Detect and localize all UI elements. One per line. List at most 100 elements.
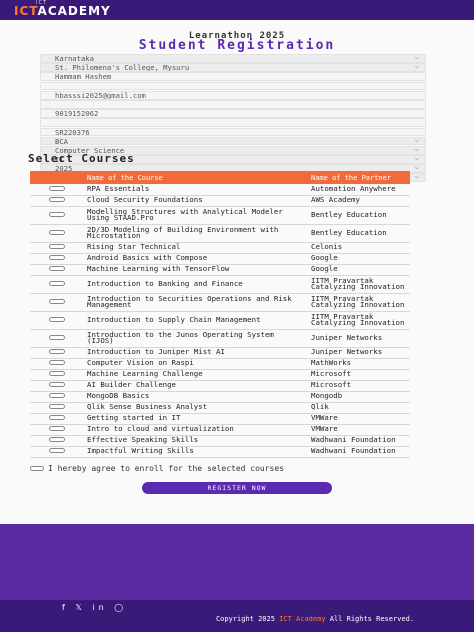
- partner-name: VMWare: [308, 424, 410, 436]
- course-name: Introduction to Banking and Finance: [84, 275, 308, 294]
- table-row[interactable]: Introduction to Supply Chain Management I…: [30, 311, 410, 330]
- select-cell: [30, 329, 84, 348]
- partner-name: Bentley Education: [308, 206, 410, 225]
- course-radio[interactable]: [49, 415, 65, 421]
- chevron-down-icon[interactable]: ⌵: [415, 156, 419, 162]
- partner-name: IITM Pravartak Catalyzing Innovation: [308, 275, 410, 294]
- footer-band: [0, 524, 474, 600]
- course-name: Getting started in IT: [84, 413, 308, 425]
- table-row[interactable]: Impactful Writing Skills Wadhwani Foundat…: [30, 446, 410, 458]
- table-row[interactable]: 2D/3D Modeling of Building Environment w…: [30, 224, 410, 243]
- instagram-icon[interactable]: ◯: [114, 603, 127, 612]
- course-radio[interactable]: [49, 244, 65, 250]
- course-name: Modelling Structures with Analytical Mod…: [84, 206, 308, 225]
- course-radio[interactable]: [49, 280, 65, 286]
- course-radio[interactable]: [49, 371, 65, 377]
- select-cell: [30, 293, 84, 312]
- course-name: MongoDB Basics: [84, 391, 308, 403]
- table-row[interactable]: RPA Essentials Automation Anywhere: [30, 184, 410, 196]
- table-row[interactable]: Effective Speaking Skills Wadhwani Founda…: [30, 435, 410, 447]
- table-row[interactable]: Getting started in IT VMWare: [30, 413, 410, 425]
- footer: f 𝕏 in ◯ Copyright 2025 ICT Academy All …: [0, 600, 474, 632]
- course-radio[interactable]: [49, 316, 65, 322]
- select-field[interactable]: BCA ⌵: [40, 136, 426, 146]
- course-radio[interactable]: [49, 382, 65, 388]
- table-row[interactable]: Machine Learning Challenge Microsoft: [30, 369, 410, 381]
- table-row[interactable]: AI Builder Challenge Microsoft: [30, 380, 410, 392]
- table-header-row: Name of the Course Name of the Partner: [30, 171, 410, 184]
- select-field[interactable]: St. Philomena's College, Mysuru ⌵: [40, 63, 426, 72]
- table-row[interactable]: Introduction to the Junos Operating Syst…: [30, 329, 410, 348]
- table-row[interactable]: Introduction to Juniper Mist AI Juniper N…: [30, 347, 410, 359]
- courses-table: Name of the Course Name of the Partner R…: [30, 171, 410, 458]
- chevron-down-icon[interactable]: ⌵: [415, 64, 419, 70]
- course-name: Rising Star Technical: [84, 242, 308, 254]
- course-name: Intro to cloud and virtualization: [84, 424, 308, 436]
- text-field[interactable]: [40, 118, 426, 128]
- text-field[interactable]: hbasssi2025@gmail.com: [40, 90, 426, 100]
- partner-name: Qlik: [308, 402, 410, 414]
- course-radio[interactable]: [49, 298, 65, 304]
- partner-name: Google: [308, 253, 410, 265]
- course-radio[interactable]: [49, 404, 65, 410]
- agree-radio[interactable]: [30, 466, 44, 471]
- chevron-down-icon[interactable]: ⌵: [415, 138, 419, 144]
- chevron-down-icon[interactable]: ⌵: [415, 55, 419, 61]
- select-cell: [30, 195, 84, 207]
- agree-checkbox-row[interactable]: I hereby agree to enroll for the selecte…: [30, 464, 284, 473]
- partner-name: Juniper Networks: [308, 347, 410, 359]
- social-links: f 𝕏 in ◯: [62, 603, 127, 612]
- linkedin-icon[interactable]: in: [92, 603, 107, 612]
- course-radio[interactable]: [49, 266, 65, 272]
- table-row[interactable]: Introduction to Banking and Finance IITM …: [30, 275, 410, 294]
- text-field[interactable]: SR220376: [40, 127, 426, 137]
- table-row[interactable]: Android Basics with Compose Google: [30, 253, 410, 265]
- course-radio[interactable]: [49, 349, 65, 355]
- partner-name: Microsoft: [308, 369, 410, 381]
- text-field[interactable]: [40, 81, 426, 91]
- course-name: AI Builder Challenge: [84, 380, 308, 392]
- register-button[interactable]: REGISTER NOW: [142, 482, 332, 494]
- table-row[interactable]: Modelling Structures with Analytical Mod…: [30, 206, 410, 225]
- course-radio[interactable]: [49, 393, 65, 399]
- course-radio[interactable]: [49, 448, 65, 454]
- course-radio[interactable]: [49, 186, 65, 192]
- partner-name: Bentley Education: [308, 224, 410, 243]
- table-row[interactable]: Machine Learning with TensorFlow Google: [30, 264, 410, 276]
- course-radio[interactable]: [49, 426, 65, 432]
- course-radio[interactable]: [49, 229, 65, 235]
- course-radio[interactable]: [49, 211, 65, 217]
- facebook-icon[interactable]: f: [62, 603, 69, 612]
- table-row[interactable]: Qlik Sense Business Analyst Qlik: [30, 402, 410, 414]
- table-row[interactable]: Introduction to Securities Operations an…: [30, 293, 410, 312]
- text-field[interactable]: Hammam Hashem: [40, 72, 426, 82]
- select-cell: [30, 347, 84, 359]
- page-title: Student Registration: [138, 38, 336, 53]
- course-name: Introduction to Securities Operations an…: [84, 293, 308, 312]
- course-name: Effective Speaking Skills: [84, 435, 308, 447]
- select-field[interactable]: Karnataka ⌵: [40, 54, 426, 63]
- copyright-brand[interactable]: ICT Academy: [279, 615, 325, 623]
- table-row[interactable]: Rising Star Technical Celonis: [30, 242, 410, 254]
- course-name: Introduction to Juniper Mist AI: [84, 347, 308, 359]
- text-field[interactable]: 9019152062: [40, 109, 426, 118]
- course-radio[interactable]: [49, 334, 65, 340]
- table-row[interactable]: MongoDB Basics Mongodb: [30, 391, 410, 403]
- chevron-down-icon[interactable]: ⌵: [415, 147, 419, 153]
- table-row[interactable]: Computer Vision on Raspi MathWorks: [30, 358, 410, 370]
- select-cell: [30, 391, 84, 403]
- table-row[interactable]: Intro to cloud and virtualization VMWare: [30, 424, 410, 436]
- chevron-down-icon[interactable]: ⌵: [415, 165, 419, 171]
- course-radio[interactable]: [49, 255, 65, 261]
- course-name: Qlik Sense Business Analyst: [84, 402, 308, 414]
- select-cell: [30, 446, 84, 458]
- select-cell: [30, 358, 84, 370]
- logo[interactable]: ICTACADEMY: [14, 4, 111, 18]
- course-radio[interactable]: [49, 197, 65, 203]
- table-row[interactable]: Cloud Security Foundations AWS Academy: [30, 195, 410, 207]
- text-field[interactable]: [40, 99, 426, 109]
- chevron-down-icon[interactable]: ⌵: [415, 174, 419, 180]
- course-radio[interactable]: [49, 437, 65, 443]
- twitter-icon[interactable]: 𝕏: [75, 603, 85, 612]
- course-radio[interactable]: [49, 360, 65, 366]
